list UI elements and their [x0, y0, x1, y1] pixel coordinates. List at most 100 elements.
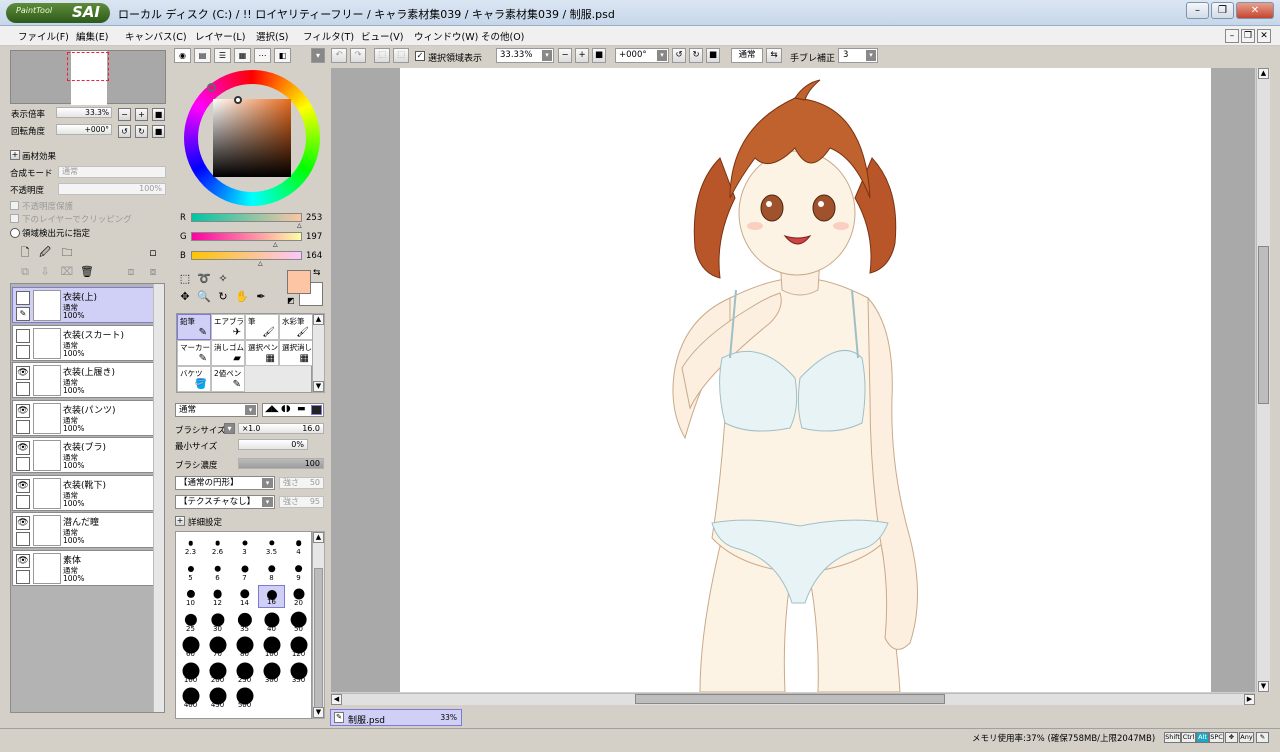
merge-visible-icon[interactable]: ⧇: [146, 265, 160, 279]
eyedropper-icon[interactable]: ✒: [254, 290, 268, 304]
size-preset[interactable]: 400: [177, 687, 204, 710]
lock-toggle-icon[interactable]: [16, 344, 30, 359]
advanced-settings-label[interactable]: 詳細設定: [188, 516, 222, 528]
r-slider-thumb[interactable]: △: [297, 222, 302, 229]
flip-horizontal-button[interactable]: ⇆: [766, 48, 782, 63]
rotate-cw-button[interactable]: ↻: [135, 125, 148, 138]
brush-tool-5[interactable]: 消しゴム ▰: [211, 340, 245, 366]
canvas-paper[interactable]: [400, 68, 1211, 692]
show-selection-checkbox[interactable]: ✓: [415, 51, 425, 61]
visibility-toggle-icon[interactable]: [16, 291, 30, 305]
document-tab[interactable]: ✎ 制服.psd 33%: [330, 709, 462, 726]
layer-list[interactable]: ✎ 衣装(上) 通常 100% 衣装(スカート) 通常 100% 👁 衣装(上履き) 通常 100%…: [10, 283, 165, 713]
zoom-out-button[interactable]: −: [118, 108, 131, 121]
navigator-thumbnail[interactable]: [10, 50, 166, 105]
zoom-icon[interactable]: 🔍: [197, 290, 211, 304]
size-preset[interactable]: 500: [231, 687, 258, 710]
size-preset[interactable]: 10: [177, 585, 204, 608]
canvas-display-mode-button[interactable]: 通常: [731, 48, 763, 63]
brush-tool-1[interactable]: エアブラシ ✈: [211, 314, 251, 340]
transfer-down-icon[interactable]: ⇩: [38, 265, 52, 279]
brush-size-dropdown-icon[interactable]: ▾: [224, 423, 235, 434]
brush-size-slider[interactable]: ×1.0 16.0: [238, 423, 324, 434]
layer-item[interactable]: 👁 衣装(上履き) 通常 100%: [12, 362, 154, 398]
menu-other[interactable]: その他(O): [481, 29, 524, 43]
layer-item[interactable]: 衣装(スカート) 通常 100%: [12, 324, 154, 361]
rgb-slider-tab[interactable]: ▤: [194, 48, 211, 63]
size-preset[interactable]: 30: [204, 611, 231, 634]
size-preset[interactable]: 14: [231, 585, 258, 608]
opacity-slider[interactable]: 100%: [58, 183, 166, 195]
hand-icon[interactable]: ✋: [235, 290, 249, 304]
shape-strength-slider[interactable]: 強さ 50: [279, 477, 324, 489]
brush-tool-3[interactable]: 水彩筆 🖌: [279, 314, 313, 340]
rotate-icon[interactable]: ↻: [216, 290, 230, 304]
hue-picker-handle[interactable]: [207, 83, 216, 92]
lock-toggle-icon[interactable]: [16, 569, 30, 584]
menu-layer[interactable]: レイヤー(L): [195, 29, 245, 43]
visibility-toggle-icon[interactable]: 👁: [16, 403, 30, 418]
visibility-toggle-icon[interactable]: 👁: [16, 553, 30, 568]
size-preset[interactable]: 25: [177, 611, 204, 634]
brush-tool-4[interactable]: マーカー ✎: [177, 340, 211, 366]
layer-option-icon[interactable]: ▫: [146, 246, 160, 260]
brush-tool-9[interactable]: 2値ペン ✎: [211, 366, 245, 392]
brush-texture-select[interactable]: 【テクスチャなし】 ▾: [175, 495, 275, 509]
delete-layer-icon[interactable]: 🗑: [80, 265, 94, 279]
lock-toggle-icon[interactable]: [16, 532, 30, 546]
menu-select[interactable]: 選択(S): [256, 29, 288, 43]
brush-density-slider[interactable]: 100: [238, 458, 324, 469]
size-preset[interactable]: 60: [177, 636, 204, 659]
visibility-toggle-icon[interactable]: 👁: [16, 441, 30, 455]
brush-tool-7[interactable]: 選択消し ▦: [279, 340, 313, 366]
lock-toggle-icon[interactable]: [16, 419, 30, 434]
size-preset[interactable]: 70: [204, 636, 231, 659]
sv-picker-handle[interactable]: [234, 96, 242, 104]
mdi-minimize-button[interactable]: –: [1225, 29, 1239, 43]
canvas-horizontal-scrollbar[interactable]: ◀ ▶: [331, 693, 1255, 705]
canvas-vscroll-thumb[interactable]: [1258, 246, 1269, 404]
menu-window[interactable]: ウィンドウ(W): [414, 29, 478, 43]
brush-shape-select[interactable]: 【通常の円形】 ▾: [175, 476, 275, 490]
size-preset[interactable]: 6: [204, 560, 231, 583]
size-preset[interactable]: 5: [177, 560, 204, 583]
selection-source-radio[interactable]: [10, 228, 20, 238]
size-preset[interactable]: 12: [204, 585, 231, 608]
b-value[interactable]: 164: [306, 251, 322, 261]
layer-item[interactable]: 👁 衣装(靴下) 通常 100%: [12, 474, 154, 511]
canvas-zoom-out-button[interactable]: −: [558, 48, 572, 63]
rect-select-icon[interactable]: ⬚: [178, 272, 192, 286]
size-preset[interactable]: 3.5: [258, 534, 285, 557]
zoom-reset-button[interactable]: ■: [152, 108, 165, 121]
menu-filter[interactable]: フィルタ(T): [303, 29, 354, 43]
size-preset[interactable]: 40: [258, 611, 285, 634]
blend-mode-select[interactable]: 通常: [58, 166, 166, 178]
new-layer-icon[interactable]: 🗋: [18, 246, 32, 260]
zoom-slider[interactable]: 33.3%: [56, 107, 112, 118]
size-preset[interactable]: 80: [231, 636, 258, 659]
size-preset[interactable]: 16: [258, 585, 285, 608]
canvas-rotate-ccw-button[interactable]: ↺: [672, 48, 686, 63]
layer-item[interactable]: 👁 潜んだ瞳 通常 100%: [12, 512, 154, 548]
magic-wand-icon[interactable]: ✧: [216, 272, 230, 286]
brush-grid-scrollbar[interactable]: ▲ ▼: [312, 313, 325, 393]
advanced-expand-icon[interactable]: +: [175, 516, 185, 526]
layer-list-scrollbar[interactable]: [153, 284, 164, 712]
hsv-slider-tab[interactable]: ☰: [214, 48, 231, 63]
size-preset[interactable]: 8: [258, 560, 285, 583]
brush-tool-6[interactable]: 選択ペン ▦: [245, 340, 279, 366]
layer-item[interactable]: ✎ 衣装(上) 通常 100%: [12, 287, 154, 323]
close-button[interactable]: ✕: [1236, 2, 1274, 19]
size-preset[interactable]: 2.3: [177, 534, 204, 557]
menu-view[interactable]: ビュー(V): [361, 29, 403, 43]
brush-tool-2[interactable]: 筆 🖌: [245, 314, 279, 340]
invert-selection-button[interactable]: ⬚: [393, 48, 409, 63]
size-preset[interactable]: 100: [258, 636, 285, 659]
r-value[interactable]: 253: [306, 213, 322, 223]
swatches-tab[interactable]: ⋯: [254, 48, 271, 63]
clipping-checkbox[interactable]: [10, 214, 19, 223]
move-icon[interactable]: ✥: [178, 290, 192, 304]
clear-layer-icon[interactable]: ⌧: [60, 265, 74, 279]
canvas-zoom-in-button[interactable]: +: [575, 48, 589, 63]
rotate-reset-button[interactable]: ■: [152, 125, 165, 138]
